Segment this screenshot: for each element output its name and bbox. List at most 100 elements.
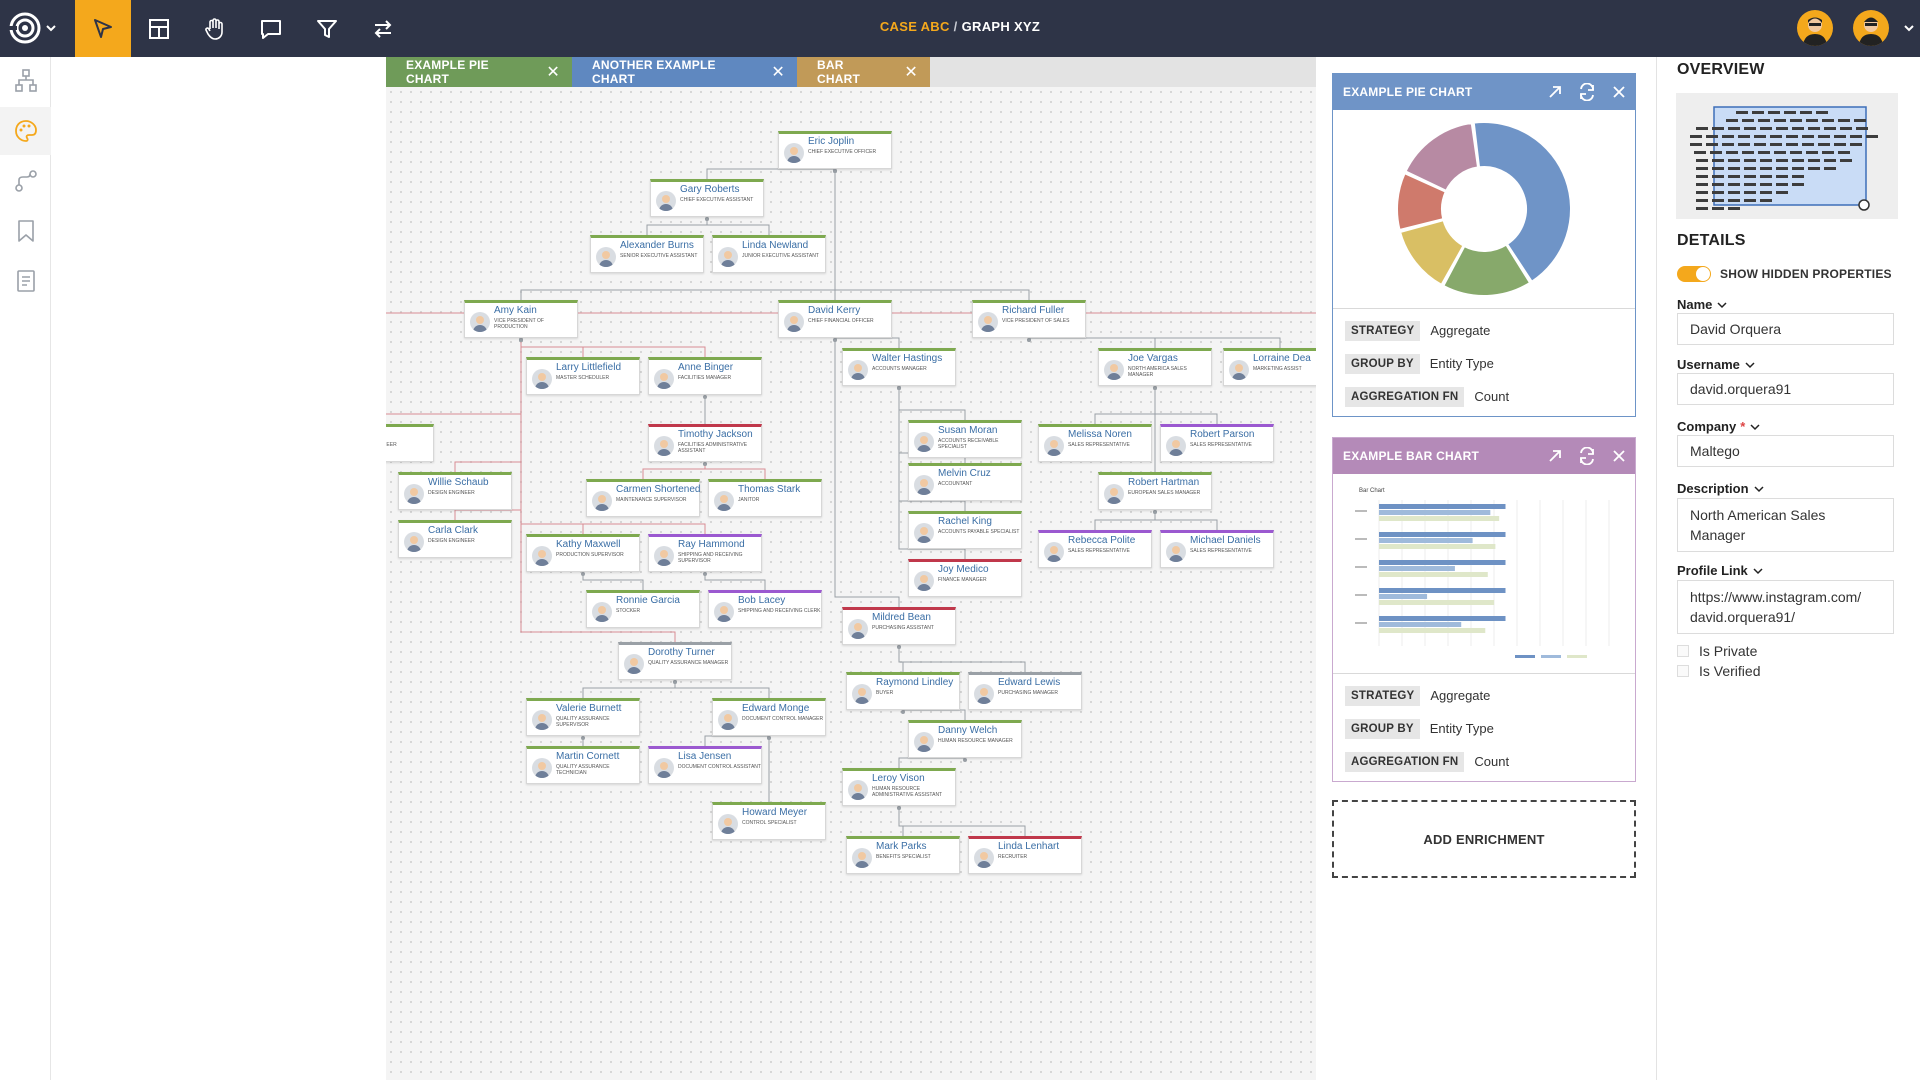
chevron-down-icon[interactable] [1753,485,1764,493]
entity-node[interactable]: Lorraine Dea Marketing Assist [1223,348,1316,386]
close-icon[interactable]: ✕ [904,62,918,82]
field-value[interactable]: North American Sales Manager [1677,498,1894,552]
node-name: Dorothy Turner [648,647,715,658]
refresh-icon[interactable] [1577,83,1597,101]
collaborator-avatar[interactable] [1853,10,1889,46]
entity-node[interactable]: Michael Daniels Sales Representative [1160,530,1274,568]
entity-node[interactable]: Thomas Stark Janitor [708,479,822,517]
entity-node[interactable]: Carmen Shortened Maintenance Supervisor [586,479,701,517]
minimap-node [1770,143,1782,146]
tab-bar-chart[interactable]: BAR CHART ✕ [797,57,930,87]
breadcrumb-case[interactable]: CASE ABC [880,19,950,34]
person-avatar-icon [852,848,872,868]
entity-node[interactable]: Larry Littlefield Master Scheduler [526,357,640,395]
close-icon[interactable]: ✕ [546,62,560,82]
hierarchy-rail-button[interactable] [0,57,51,105]
refresh-icon[interactable] [1577,447,1597,465]
notes-rail-button[interactable] [0,257,51,305]
minimap[interactable] [1676,93,1898,219]
filter-tool-button[interactable] [299,0,355,57]
entity-node[interactable]: Timothy Jackson Facilities Administrative… [648,424,762,462]
entity-node[interactable]: Lisa Jensen Document Control Assistant [648,746,762,784]
entity-node[interactable]: Rebecca Polite Sales Representative [1038,530,1152,568]
entity-node[interactable]: Walter Hastings Accounts Manager [842,348,956,386]
entity-node[interactable]: Anne Binger Facilities Manager [648,357,762,395]
entity-node[interactable]: Melissa Noren Sales Representative [1038,424,1152,462]
close-icon[interactable] [1611,84,1627,100]
person-avatar-icon [848,780,868,800]
entity-node[interactable]: Leroy Vison Human Resource Administrative… [842,768,956,806]
entity-node[interactable]: Raymond Lindley Buyer [846,672,960,710]
entity-node[interactable]: Rachel King Accounts Payable Specialist [908,511,1022,549]
entity-node[interactable]: Dorothy Turner Quality Assurance Manager [618,642,732,680]
checkbox-row[interactable]: Is Private [1677,643,1757,659]
checkbox[interactable] [1677,645,1689,657]
entity-node[interactable]: Joe Vargas North America Sales Manager [1098,348,1212,386]
entity-node[interactable]: Mark Parks Benefits Specialist [846,836,960,874]
expand-arrow-icon[interactable] [1547,84,1563,100]
show-hidden-toggle[interactable] [1677,266,1711,282]
entity-node[interactable]: Mildred Bean Purchasing Assistant [842,607,956,645]
entity-node[interactable]: Linda Newland Junior Executive Assistant [712,235,826,273]
graph-edge [1094,386,1156,424]
checkbox[interactable] [1677,665,1689,677]
expand-arrow-icon[interactable] [1547,448,1563,464]
entity-node[interactable]: Gary Roberts Chief Executive Assistant [650,179,764,217]
entity-node[interactable]: Martin Cornett Quality Assurance Technici… [526,746,640,784]
field-value[interactable]: https://www.instagram.com/ david.orquera… [1677,580,1894,634]
tab-example-pie-chart[interactable]: EXAMPLE PIE CHART ✕ [386,57,572,87]
entity-node[interactable]: e AitkenDesign Engineer [386,424,434,462]
entity-node[interactable]: Kathy Maxwell Production Supervisor [526,534,640,572]
entity-node[interactable]: Danny Welch Human Resource Manager [908,720,1022,758]
entity-node[interactable]: Amy Kain Vice President of Production [464,300,578,338]
pan-tool-button[interactable] [187,0,243,57]
graph-canvas[interactable]: Eric Joplin Chief Executive Officer Gary R… [386,57,1316,1080]
chevron-down-icon[interactable] [1753,567,1763,575]
entity-node[interactable]: Edward Lewis Purchasing Manager [968,672,1082,710]
minimap-node [1816,111,1828,114]
add-enrichment-button[interactable]: ADD ENRICHMENT [1332,800,1636,878]
entity-node[interactable]: Carla Clark Design Engineer [398,520,512,558]
comment-tool-button[interactable] [243,0,299,57]
chevron-down-icon[interactable] [1745,361,1755,369]
tab-another-example-chart[interactable]: ANOTHER EXAMPLE CHART ✕ [572,57,797,87]
entity-node[interactable]: Alexander Burns Senior Executive Assistan… [590,235,704,273]
user-avatar[interactable] [1797,10,1833,46]
swap-tool-button[interactable] [355,0,411,57]
field-value[interactable]: David Orquera [1677,313,1894,345]
entity-node[interactable]: Joy Medico Finance Manager [908,559,1022,597]
layout-tool-button[interactable] [131,0,187,57]
close-icon[interactable] [1611,448,1627,464]
entity-node[interactable]: Edward Monge Document Control Manager [712,698,826,736]
entity-node[interactable]: Valerie Burnett Quality Assurance Supervi… [526,698,640,736]
pointer-tool-button[interactable] [75,0,131,57]
palette-rail-button[interactable] [0,107,51,155]
tick-label [1355,622,1367,624]
entity-node[interactable]: Bob Lacey Shipping and Receiving Clerk [708,590,822,628]
field-value[interactable]: Maltego [1677,435,1894,467]
entity-node[interactable]: Howard Meyer Control Specialist [712,802,826,840]
minimap-node [1726,151,1738,154]
chevron-down-icon[interactable] [1717,301,1727,309]
path-rail-button[interactable] [0,157,51,205]
entity-node[interactable]: David Kerry Chief Financial Officer [778,300,892,338]
entity-node[interactable]: Susan Moran Accounts Receivable Specialis… [908,420,1022,458]
entity-node[interactable]: Robert Parson Sales Representative [1160,424,1274,462]
entity-node[interactable]: Eric Joplin Chief Executive Officer [778,131,892,169]
entity-node[interactable]: Ray Hammond Shipping and Receiving Superv… [648,534,762,572]
entity-node[interactable]: Robert Hartman European Sales Manager [1098,472,1212,510]
graph-edge [582,680,676,698]
entity-node[interactable]: Melvin Cruz Accountant [908,463,1022,501]
chevron-down-icon[interactable] [1750,423,1760,431]
chevron-down-icon[interactable] [1903,23,1915,33]
field-value[interactable]: david.orquera91 [1677,373,1894,405]
close-icon[interactable]: ✕ [771,62,785,82]
bookmark-rail-button[interactable] [0,207,51,255]
checkbox-row[interactable]: Is Verified [1677,663,1760,679]
entity-node[interactable]: Ronnie Garcia Stocker [586,590,700,628]
entity-node[interactable]: Willie Schaub Design Engineer [398,472,512,510]
node-role: Recruiter [998,854,1028,860]
entity-node[interactable]: Richard Fuller Vice President of Sales [972,300,1086,338]
entity-node[interactable]: Linda Lenhart Recruiter [968,836,1082,874]
app-logo-menu[interactable] [8,8,64,48]
